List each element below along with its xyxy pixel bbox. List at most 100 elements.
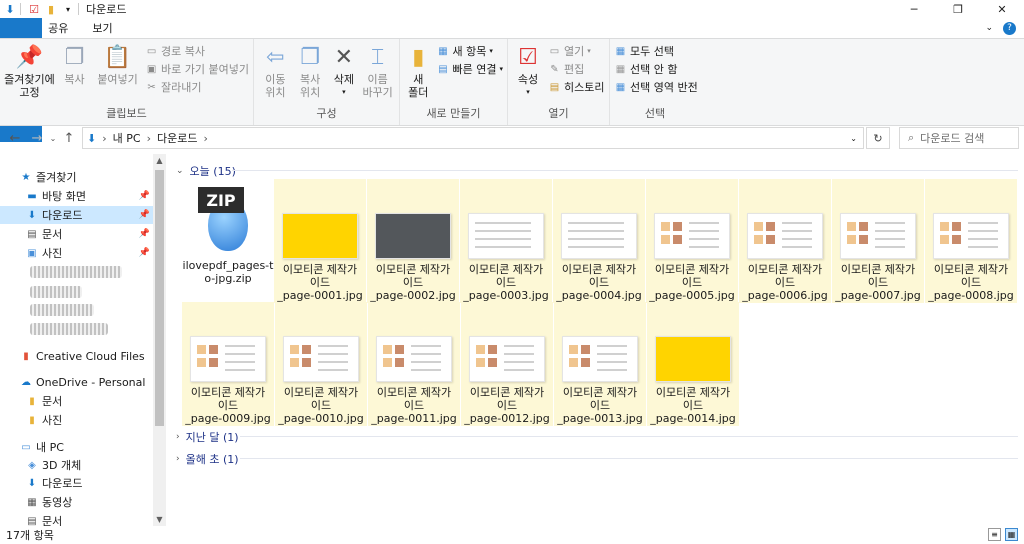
tab-share[interactable]: 공유 bbox=[36, 18, 80, 38]
history-button[interactable]: ▤ 히스토리 bbox=[548, 79, 605, 95]
sidebar-item-this-pc[interactable]: ▭ 내 PC bbox=[0, 438, 153, 456]
address-bar[interactable]: ⬇ › 내 PC › 다운로드 › ⌄ bbox=[82, 127, 864, 149]
breadcrumb-downloads[interactable]: 다운로드 bbox=[157, 130, 197, 146]
select-none-button[interactable]: ▦ 선택 안 함 bbox=[614, 61, 698, 77]
group-header-last-month[interactable]: › 지난 달 (1) bbox=[176, 429, 239, 445]
window-title: 다운로드 bbox=[86, 3, 127, 16]
scroll-down-icon[interactable]: ▼ bbox=[153, 515, 166, 524]
file-item-image[interactable]: 이모티콘 제작가 이드 _page-0010.jpg bbox=[275, 302, 367, 426]
scroll-up-icon[interactable]: ▲ bbox=[153, 156, 166, 165]
address-dropdown-icon[interactable]: ⌄ bbox=[850, 134, 857, 143]
file-thumbnail bbox=[376, 336, 452, 382]
new-folder-label-2: 폴더 bbox=[408, 86, 429, 99]
scrollbar-thumb[interactable] bbox=[155, 170, 164, 426]
file-item-image[interactable]: 이모티콘 제작가 이드 _page-0001.jpg bbox=[274, 179, 366, 303]
title-bar: ⬇ ☑ ▮ ▾ 다운로드 ─ ❐ ✕ bbox=[0, 0, 1024, 18]
new-item-button[interactable]: ▦ 새 항목 ▾ bbox=[437, 43, 504, 59]
invert-selection-label: 선택 영역 반전 bbox=[630, 81, 698, 94]
open-button[interactable]: ▭ 열기 ▾ bbox=[548, 43, 604, 59]
cut-button[interactable]: ✂ 잘라내기 bbox=[145, 79, 249, 95]
sidebar-scrollbar[interactable]: ▲ ▼ bbox=[153, 154, 166, 526]
file-item-image[interactable]: 이모티콘 제작가 이드 _page-0006.jpg bbox=[739, 179, 831, 303]
breadcrumb-this-pc[interactable]: 내 PC bbox=[113, 130, 141, 146]
file-item-image[interactable]: 이모티콘 제작가 이드 _page-0002.jpg bbox=[367, 179, 459, 303]
file-name: 이모티콘 제작가 이드 _page-0014.jpg bbox=[647, 386, 739, 425]
group-header-earlier-year[interactable]: › 올해 초 (1) bbox=[176, 451, 239, 467]
sidebar-item-od-pictures[interactable]: ▮ 사진 bbox=[0, 411, 153, 429]
pin-icon[interactable]: 📌 bbox=[139, 191, 150, 201]
maximize-button[interactable]: ❐ bbox=[936, 0, 980, 18]
file-name: 이모티콘 제작가 이드 _page-0011.jpg bbox=[368, 386, 460, 425]
sidebar-item-desktop[interactable]: ▬ 바탕 화면 📌 bbox=[0, 187, 153, 205]
sidebar-item-pc-documents[interactable]: ▤ 문서 bbox=[0, 512, 153, 526]
ribbon-right-controls: ⌄ ? bbox=[985, 18, 1024, 38]
properties-check-icon[interactable]: ☑ bbox=[27, 2, 41, 16]
sidebar-item-downloads[interactable]: ⬇ 다운로드 📌 bbox=[0, 206, 153, 224]
recent-chevron-icon[interactable]: ⌄ bbox=[48, 134, 58, 143]
up-arrow-icon[interactable]: ↑ bbox=[58, 131, 80, 146]
down-arrow-icon[interactable]: ⬇ bbox=[3, 2, 17, 16]
large-icons-view-icon[interactable]: ▦ bbox=[1005, 528, 1018, 541]
file-item-image[interactable]: 이모티콘 제작가 이드 _page-0012.jpg bbox=[461, 302, 553, 426]
sidebar-item-od-documents[interactable]: ▮ 문서 bbox=[0, 392, 153, 410]
file-name: 이모티콘 제작가 이드 _page-0008.jpg bbox=[925, 263, 1017, 302]
edit-button[interactable]: ✎ 편집 bbox=[548, 61, 604, 77]
details-view-icon[interactable]: ≡ bbox=[988, 528, 1001, 541]
tab-view[interactable]: 보기 bbox=[80, 18, 124, 38]
copy-to-label-2: 위치 bbox=[299, 86, 321, 99]
file-item-image[interactable]: 이모티콘 제작가 이드 _page-0008.jpg bbox=[925, 179, 1017, 303]
chevron-down-icon[interactable]: ▾ bbox=[61, 2, 75, 16]
file-item-image[interactable]: 이모티콘 제작가 이드 _page-0003.jpg bbox=[460, 179, 552, 303]
group-header-today[interactable]: ⌄ 오늘 (15) bbox=[176, 163, 236, 179]
select-all-button[interactable]: ▦ 모두 선택 bbox=[614, 43, 698, 59]
sidebar-item-quick-access[interactable]: ★ 즐겨찾기 bbox=[20, 168, 166, 186]
rename-label-1: 이름 bbox=[367, 73, 388, 86]
invert-selection-button[interactable]: ▦ 선택 영역 반전 bbox=[614, 79, 698, 95]
easy-access-button[interactable]: ▤ 빠른 연결 ▾ bbox=[437, 61, 503, 77]
folder-icon[interactable]: ▮ bbox=[44, 2, 58, 16]
sidebar-item-videos[interactable]: ▦ 동영상 bbox=[0, 493, 153, 511]
file-item-zip[interactable]: ZIP ilovepdf_pages-t o-jpg.zip bbox=[182, 179, 274, 303]
chevron-down-icon: ▾ bbox=[587, 47, 591, 55]
file-name: 이모티콘 제작가 이드 _page-0013.jpg bbox=[554, 386, 646, 425]
file-item-image[interactable]: 이모티콘 제작가 이드 _page-0011.jpg bbox=[368, 302, 460, 426]
file-name-line3: _page-0004.jpg bbox=[556, 289, 642, 302]
file-item-image[interactable]: 이모티콘 제작가 이드 _page-0004.jpg bbox=[553, 179, 645, 303]
back-arrow-icon[interactable]: ← bbox=[4, 131, 26, 146]
search-input[interactable]: ⌕ 다운로드 검색 bbox=[899, 127, 1019, 149]
file-item-image[interactable]: 이모티콘 제작가 이드 _page-0014.jpg bbox=[647, 302, 739, 426]
file-item-image[interactable]: 이모티콘 제작가 이드 _page-0013.jpg bbox=[554, 302, 646, 426]
file-item-image[interactable]: 이모티콘 제작가 이드 _page-0007.jpg bbox=[832, 179, 924, 303]
sidebar-item-pc-downloads[interactable]: ⬇ 다운로드 bbox=[0, 474, 153, 492]
history-label: 히스토리 bbox=[564, 81, 605, 94]
document-icon: ▤ bbox=[27, 515, 37, 527]
move-to-icon: ⇦ bbox=[266, 44, 285, 70]
sidebar-item-pictures[interactable]: ▣ 사진 📌 bbox=[0, 244, 153, 262]
file-item-image[interactable]: 이모티콘 제작가 이드 _page-0005.jpg bbox=[646, 179, 738, 303]
file-name-line2: 이드 bbox=[682, 399, 704, 412]
file-name-line3: _page-0006.jpg bbox=[742, 289, 828, 302]
copy-path-button[interactable]: ▭ 경로 복사 bbox=[145, 43, 249, 59]
pin-icon[interactable]: 📌 bbox=[139, 248, 150, 258]
minimize-button[interactable]: ─ bbox=[892, 0, 936, 18]
select-all-icon: ▦ bbox=[615, 45, 626, 57]
pin-icon[interactable]: 📌 bbox=[139, 210, 150, 220]
sidebar-item-documents[interactable]: ▤ 문서 📌 bbox=[0, 225, 153, 243]
rename-icon: ⌶ bbox=[371, 44, 385, 70]
close-button[interactable]: ✕ bbox=[980, 0, 1024, 18]
copy-to-icon: ❐ bbox=[300, 44, 320, 70]
delete-x-icon: ✕ bbox=[334, 44, 354, 70]
file-item-image[interactable]: 이모티콘 제작가 이드 _page-0009.jpg bbox=[182, 302, 274, 426]
file-name: 이모티콘 제작가 이드 _page-0004.jpg bbox=[553, 263, 645, 302]
chevron-down-icon: ▾ bbox=[489, 47, 493, 55]
sidebar-item-3d-objects[interactable]: ◈ 3D 개체 bbox=[0, 456, 153, 474]
pin-icon[interactable]: 📌 bbox=[139, 229, 150, 239]
forward-arrow-icon[interactable]: → bbox=[26, 131, 48, 146]
select-group-label: 선택 bbox=[644, 107, 666, 120]
help-icon[interactable]: ? bbox=[1003, 21, 1016, 35]
paste-shortcut-button[interactable]: ▣ 바로 가기 붙여넣기 bbox=[145, 61, 249, 77]
chevron-down-icon[interactable]: ⌄ bbox=[985, 23, 993, 33]
sidebar-item-creative-cloud[interactable]: ▮ Creative Cloud Files bbox=[0, 347, 153, 365]
refresh-button[interactable]: ↻ bbox=[866, 127, 890, 149]
sidebar-item-onedrive[interactable]: ☁ OneDrive - Personal bbox=[0, 373, 153, 391]
